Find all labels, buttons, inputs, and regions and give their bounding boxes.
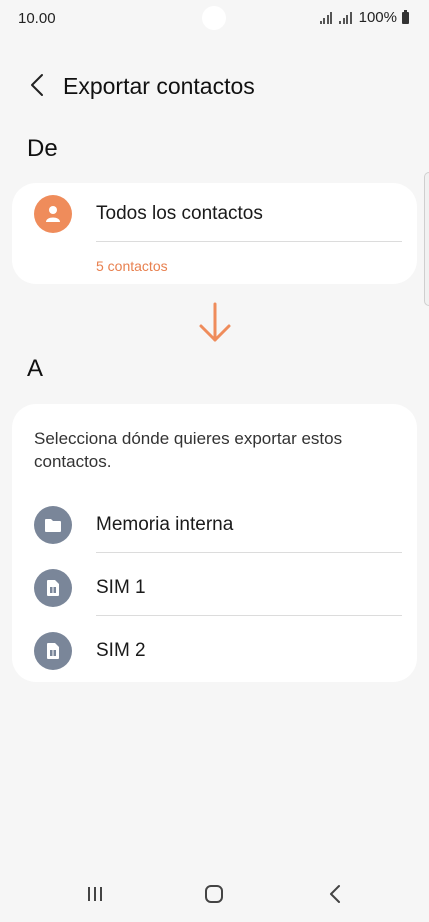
divider	[96, 241, 402, 242]
contact-count: 5 contactos	[96, 258, 168, 274]
sim-card-icon	[34, 569, 72, 607]
person-icon	[34, 195, 72, 233]
destination-label: SIM 1	[96, 577, 146, 598]
signal-1-icon	[319, 11, 333, 24]
divider	[96, 552, 402, 553]
back-button[interactable]	[22, 70, 52, 100]
home-button[interactable]	[200, 882, 228, 906]
app-bar: Exportar contactos	[0, 62, 429, 108]
recents-icon	[88, 887, 102, 901]
source-row[interactable]: Todos los contactos	[12, 187, 417, 241]
instruction-text: Selecciona dónde quieres exportar estos …	[34, 429, 343, 471]
to-section-label: A	[27, 355, 44, 382]
camera-cutout	[202, 6, 226, 30]
sim-card-icon	[34, 632, 72, 670]
chevron-left-icon	[31, 74, 43, 96]
destination-label: SIM 2	[96, 640, 146, 661]
nav-back-button[interactable]	[321, 882, 349, 906]
status-time: 10.00	[18, 10, 56, 27]
source-card: Todos los contactos 5 contactos	[12, 183, 417, 284]
folder-icon	[34, 506, 72, 544]
source-label: Todos los contactos	[96, 203, 263, 224]
destination-sim-1[interactable]: SIM 1	[12, 561, 417, 615]
arrow-down-icon	[199, 302, 231, 342]
home-icon	[205, 885, 223, 903]
page-title: Exportar contactos	[63, 73, 255, 99]
destination-internal-memory[interactable]: Memoria interna	[12, 498, 417, 552]
status-bar: 10.00 100%	[0, 0, 429, 38]
battery-percentage: 100%	[358, 9, 397, 26]
screen: 10.00 100% Exportar contactos De Todos l…	[0, 0, 429, 922]
divider	[96, 615, 402, 616]
signal-2-icon	[339, 11, 352, 24]
status-indicators: 100%	[319, 9, 409, 26]
destination-sim-2[interactable]: SIM 2	[12, 624, 417, 678]
recents-button[interactable]	[81, 882, 109, 906]
destination-label: Memoria interna	[96, 514, 234, 535]
back-icon	[330, 885, 340, 903]
navigation-bar	[0, 866, 429, 922]
scroll-handle[interactable]	[424, 172, 429, 306]
battery-icon	[402, 9, 409, 24]
destination-card: Selecciona dónde quieres exportar estos …	[12, 404, 417, 682]
from-section-label: De	[27, 135, 58, 162]
